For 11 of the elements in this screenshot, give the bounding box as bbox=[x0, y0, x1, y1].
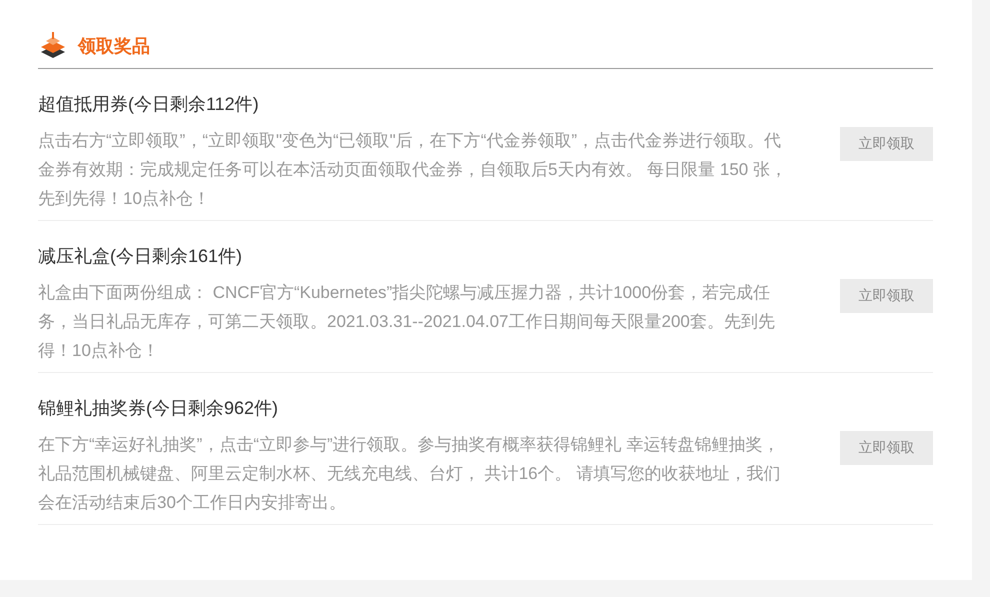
claim-button[interactable]: 立即领取 bbox=[840, 127, 933, 161]
prize-description: 点击右方“立即领取”，“立即领取"变色为“已领取"后，在下方“代金券领取”，点击代金券进行领取。代金券有效期：完成规定任务可以在本活动页面领取代金券，自领取后5天内有效。 每日限量 150 张，先到先得！10点补仓！ bbox=[38, 130, 788, 210]
claim-button[interactable]: 立即领取 bbox=[840, 279, 933, 313]
prize-title: 锦鲤礼抽奖券(今日剩余962件) bbox=[38, 397, 280, 420]
prize-title: 减压礼盒(今日剩余161件) bbox=[38, 245, 244, 268]
section-title: 领取奖品 bbox=[78, 35, 150, 58]
claim-button[interactable]: 立即领取 bbox=[840, 431, 933, 465]
layered-box-icon bbox=[40, 32, 66, 60]
prize-description: 礼盒由下面两份组成： CNCF官方“Kubernetes”指尖陀螺与减压握力器，共计1000份套，若完成任务，当日礼品无库存，可第二天领取。2021.03.31--2021.04.07工作日期间每天限量200套。先到先得！10点补仓！ bbox=[38, 282, 776, 362]
prize-description: 在下方“幸运好礼抽奖”，点击“立即参与”进行领取。参与抽奖有概率获得锦鲤礼 幸运转盘锦鲤抽奖，礼品范围机械键盘、阿里云定制水杯、无线充电线、台灯， 共计16个。 请填写您的收获地址，我们会在活动结束后30个工作日内安排寄出。 bbox=[38, 434, 782, 514]
prize-title: 超值抵用券(今日剩余112件) bbox=[38, 93, 260, 116]
